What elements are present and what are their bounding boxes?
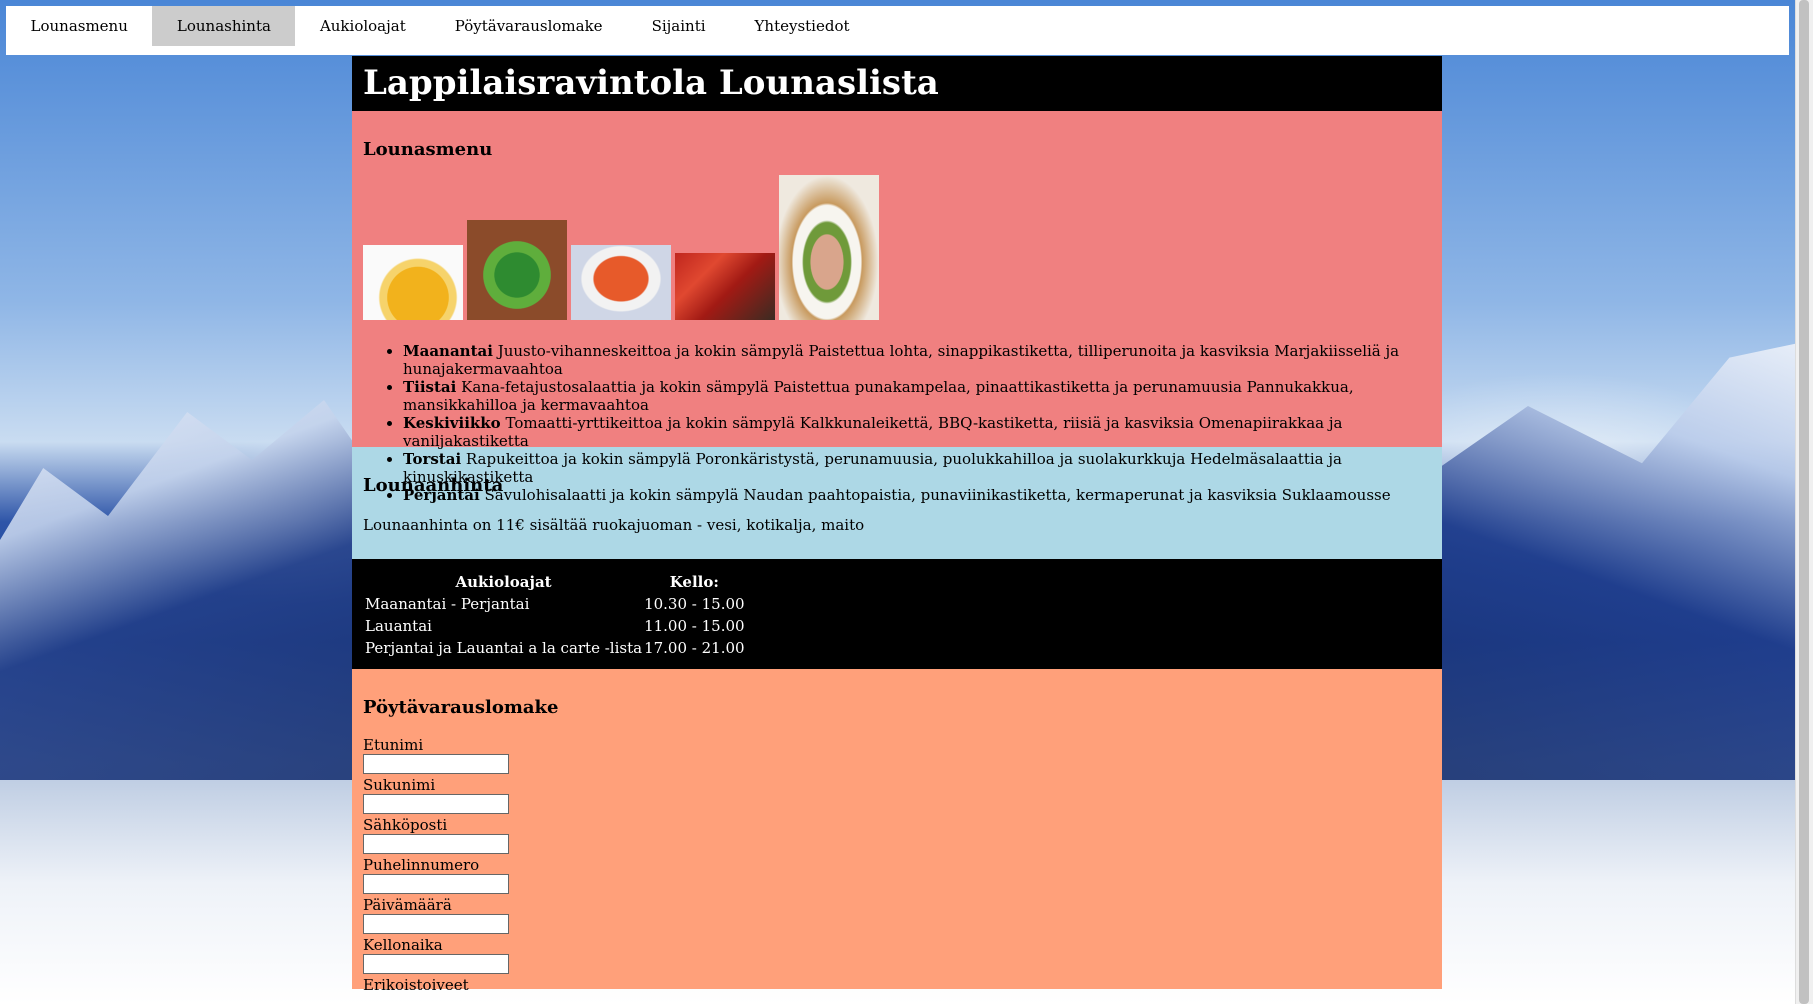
first-name-label: Etunimi xyxy=(363,736,424,754)
last-name-field-group: Sukunimi xyxy=(363,776,1431,814)
date-label: Päivämäärä xyxy=(363,896,452,914)
page-title: Lappilaisravintola Lounaslista xyxy=(363,63,939,103)
lunch-price-text: Lounaanhinta on 11€ sisältää ruokajuoman… xyxy=(363,516,865,534)
time-label: Kellonaika xyxy=(363,936,443,954)
tomato-soup-photo xyxy=(571,245,671,320)
first-name-input[interactable] xyxy=(363,754,509,774)
special-requests-field-group: Erikoistoiveet xyxy=(363,976,1431,994)
main-container: Lappilaisravintola Lounaslista Lounasmen… xyxy=(352,56,1442,994)
opening-hours-section: Aukioloajat Kello: Maanantai - Perjantai… xyxy=(352,559,1442,669)
time-field-group: Kellonaika xyxy=(363,936,1431,974)
table-row: Perjantai ja Lauantai a la carte -lista … xyxy=(365,639,745,657)
top-navigation: Lounasmenu Lounashinta Aukioloajat Pöytä… xyxy=(6,6,1789,55)
table-row: Maanantai - Perjantai 10.30 - 15.00 xyxy=(365,595,745,613)
nav-item-sijainti[interactable]: Sijainti xyxy=(627,6,730,46)
reservation-form-section: Pöytävarauslomake Etunimi Sukunimi Sähkö… xyxy=(352,669,1442,994)
last-name-label: Sukunimi xyxy=(363,776,436,794)
scrollbar-thumb[interactable] xyxy=(1799,0,1809,1004)
time-column-header: Kello: xyxy=(669,573,719,591)
list-item: Keskiviikko Tomaatti-yrttikeittoa ja kok… xyxy=(403,414,1431,450)
phone-label: Puhelinnumero xyxy=(363,856,480,874)
salad-bowl-photo xyxy=(779,175,879,320)
nav-item-aukioloajat[interactable]: Aukioloajat xyxy=(295,6,430,46)
email-label: Sähköposti xyxy=(363,816,448,834)
reservation-form-heading: Pöytävarauslomake xyxy=(363,697,559,718)
lunch-menu-section: Lounasmenu Maanantai Juusto-vihanneskeit… xyxy=(352,111,1442,504)
page-header: Lappilaisravintola Lounaslista xyxy=(352,56,1442,111)
opening-hours-table: Aukioloajat Kello: Maanantai - Perjantai… xyxy=(364,571,746,659)
time-input[interactable] xyxy=(363,954,509,974)
food-gallery xyxy=(363,170,1431,320)
lunch-menu-heading: Lounasmenu xyxy=(363,139,493,160)
hours-column-header: Aukioloajat xyxy=(455,573,552,591)
first-name-field-group: Etunimi xyxy=(363,736,1431,774)
list-item: Tiistai Kana-fetajustosalaattia ja kokin… xyxy=(403,378,1431,414)
salad-photo xyxy=(467,220,567,320)
soup-photo xyxy=(363,245,463,320)
special-requests-label: Erikoistoiveet xyxy=(363,976,469,994)
table-row: Lauantai 11.00 - 15.00 xyxy=(365,617,745,635)
list-item: Maanantai Juusto-vihanneskeittoa ja koki… xyxy=(403,342,1431,378)
date-field-group: Päivämäärä xyxy=(363,896,1431,934)
background-mountain-left xyxy=(0,400,360,780)
nav-item-poytavarauslomake[interactable]: Pöytävarauslomake xyxy=(430,6,627,46)
date-input[interactable] xyxy=(363,914,509,934)
nav-item-yhteystiedot[interactable]: Yhteystiedot xyxy=(730,6,874,46)
last-name-input[interactable] xyxy=(363,794,509,814)
list-item: Perjantai Savulohisalaatti ja kokin sämp… xyxy=(403,486,1431,504)
phone-field-group: Puhelinnumero xyxy=(363,856,1431,894)
email-input[interactable] xyxy=(363,834,509,854)
email-field-group: Sähköposti xyxy=(363,816,1431,854)
table-header-row: Aukioloajat Kello: xyxy=(364,571,746,593)
crayfish-photo xyxy=(675,253,775,320)
nav-item-lounasmenu[interactable]: Lounasmenu xyxy=(6,6,152,46)
background-mountain-right xyxy=(1433,340,1813,780)
nav-item-lounashinta[interactable]: Lounashinta xyxy=(152,6,296,46)
phone-input[interactable] xyxy=(363,874,509,894)
vertical-scrollbar[interactable] xyxy=(1795,0,1813,1004)
